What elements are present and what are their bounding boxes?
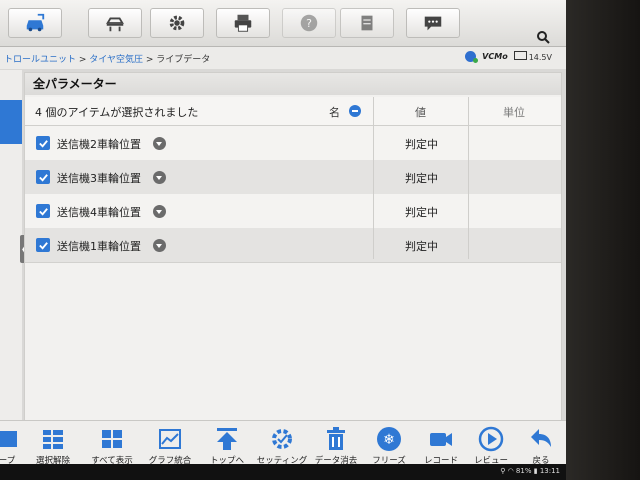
help-icon: ? <box>300 14 318 32</box>
to-top-button[interactable]: トップへ <box>198 425 256 469</box>
row-value: 判定中 <box>405 172 438 185</box>
row-value: 判定中 <box>405 206 438 219</box>
parameter-panel: 全パラメーター 4 個のアイテムが選択されました 名 値 単位 送信機2車輪位置… <box>24 72 562 422</box>
panel-title: 全パラメーター <box>25 73 561 95</box>
show-all-grid-icon <box>102 430 122 448</box>
document-button[interactable] <box>340 8 394 38</box>
row-checkbox[interactable] <box>36 170 50 184</box>
location-icon: ⚲ <box>500 467 506 475</box>
group-icon <box>0 431 17 447</box>
gear-icon <box>169 15 185 31</box>
breadcrumb-separator: > <box>143 55 157 65</box>
dropdown-icon[interactable] <box>153 205 166 218</box>
car-home-button[interactable] <box>8 8 62 38</box>
column-divider <box>468 97 469 259</box>
device-bezel <box>566 0 640 480</box>
row-name: 送信機1車輪位置 <box>57 240 141 253</box>
vehicle-lift-icon <box>106 17 124 32</box>
status-area: VCMo 14.5V <box>465 51 552 63</box>
breadcrumb-bar: トロールユニット > タイヤ空気圧 > ライブデータ VCMo 14.5V <box>0 47 566 69</box>
svg-text:?: ? <box>306 17 312 30</box>
voltage-value: 14.5V <box>528 53 552 62</box>
arrow-up-icon <box>217 428 237 450</box>
video-camera-icon <box>430 433 452 446</box>
value-column-header: 値 <box>415 106 426 119</box>
app-screen: ? トロールユニット > タイヤ空気圧 > ライブデータ VCMo 14.5V … <box>0 0 566 480</box>
graph-merge-button[interactable]: グラフ統合 <box>141 425 199 469</box>
table-row[interactable]: 送信機4車輪位置 判定中 <box>25 194 561 229</box>
checkmark-icon <box>38 173 48 182</box>
checkmark-icon <box>38 207 48 216</box>
vehicle-lift-button[interactable] <box>88 8 142 38</box>
selected-count-label: 4 個のアイテムが選択されました <box>35 106 199 119</box>
row-name: 送信機2車輪位置 <box>57 138 141 151</box>
row-checkbox[interactable] <box>36 204 50 218</box>
unit-column-header: 単位 <box>503 106 525 119</box>
breadcrumb-live-data: ライブデータ <box>156 55 211 65</box>
deselect-button[interactable]: 選択解除 <box>24 425 82 469</box>
checkmark-icon <box>38 241 48 250</box>
breadcrumb: トロールユニット > タイヤ空気圧 > ライブデータ <box>4 52 210 65</box>
back-arrow-icon <box>531 429 551 447</box>
battery-percent: 81% <box>515 467 532 475</box>
network-globe-icon <box>465 51 479 63</box>
battery-voltage: 14.5V <box>513 51 552 62</box>
row-checkbox[interactable] <box>36 136 50 150</box>
breadcrumb-separator: > <box>76 55 90 65</box>
row-name: 送信機3車輪位置 <box>57 172 141 185</box>
trash-icon <box>327 427 345 450</box>
vcm-status: VCMo <box>482 52 508 61</box>
system-status-bar: ⚲ ◠ 81% ▮ 13:11 <box>0 464 566 480</box>
left-panel-selected-item[interactable] <box>0 100 22 144</box>
car-icon <box>26 13 45 32</box>
row-value: 判定中 <box>405 240 438 253</box>
settings-button[interactable] <box>150 8 204 38</box>
snowflake-icon: ❄ <box>377 427 401 451</box>
left-side-panel <box>0 70 22 420</box>
document-icon <box>361 15 373 31</box>
table-row[interactable]: 送信機2車輪位置 判定中 <box>25 126 561 161</box>
printer-icon <box>234 14 252 32</box>
row-checkbox[interactable] <box>36 238 50 252</box>
breadcrumb-tire-pressure[interactable]: タイヤ空気圧 <box>89 55 143 65</box>
print-button[interactable] <box>216 8 270 38</box>
graph-icon <box>159 429 181 449</box>
dropdown-icon[interactable] <box>153 137 166 150</box>
setting-button[interactable]: セッティング <box>253 425 311 469</box>
message-button[interactable] <box>406 8 460 38</box>
search-icon[interactable] <box>536 30 550 44</box>
name-column-header[interactable]: 名 <box>329 104 340 120</box>
svg-text:❄: ❄ <box>383 432 395 448</box>
clock: 13:11 <box>539 467 560 475</box>
clear-data-button[interactable]: データ消去 <box>307 425 365 469</box>
dropdown-icon[interactable] <box>153 239 166 252</box>
play-icon <box>478 426 504 452</box>
freeze-button[interactable]: ❄ フリーズ <box>360 425 418 469</box>
table-header: 4 個のアイテムが選択されました 名 値 単位 <box>25 97 561 126</box>
row-value: 判定中 <box>405 138 438 151</box>
dropdown-icon[interactable] <box>153 171 166 184</box>
battery-icon <box>513 51 527 60</box>
settings-gear-icon <box>272 429 292 449</box>
help-button[interactable]: ? <box>282 8 336 38</box>
checkmark-icon <box>38 139 48 148</box>
show-all-button[interactable]: すべて表示 <box>83 425 141 469</box>
back-button[interactable]: 戻る <box>512 425 566 469</box>
sort-icon[interactable] <box>349 105 361 117</box>
column-divider <box>373 97 374 259</box>
message-icon <box>424 16 442 31</box>
top-toolbar: ? <box>0 0 566 47</box>
wifi-icon: ◠ <box>507 467 514 475</box>
table-row[interactable]: 送信機1車輪位置 判定中 <box>25 228 561 263</box>
table-row[interactable]: 送信機3車輪位置 判定中 <box>25 160 561 195</box>
deselect-list-icon <box>43 430 63 449</box>
row-name: 送信機4車輪位置 <box>57 206 141 219</box>
system-battery-icon: ▮ <box>533 467 538 475</box>
system-status: ⚲ ◠ 81% ▮ 13:11 <box>500 467 560 475</box>
breadcrumb-control-unit[interactable]: トロールユニット <box>4 55 76 65</box>
